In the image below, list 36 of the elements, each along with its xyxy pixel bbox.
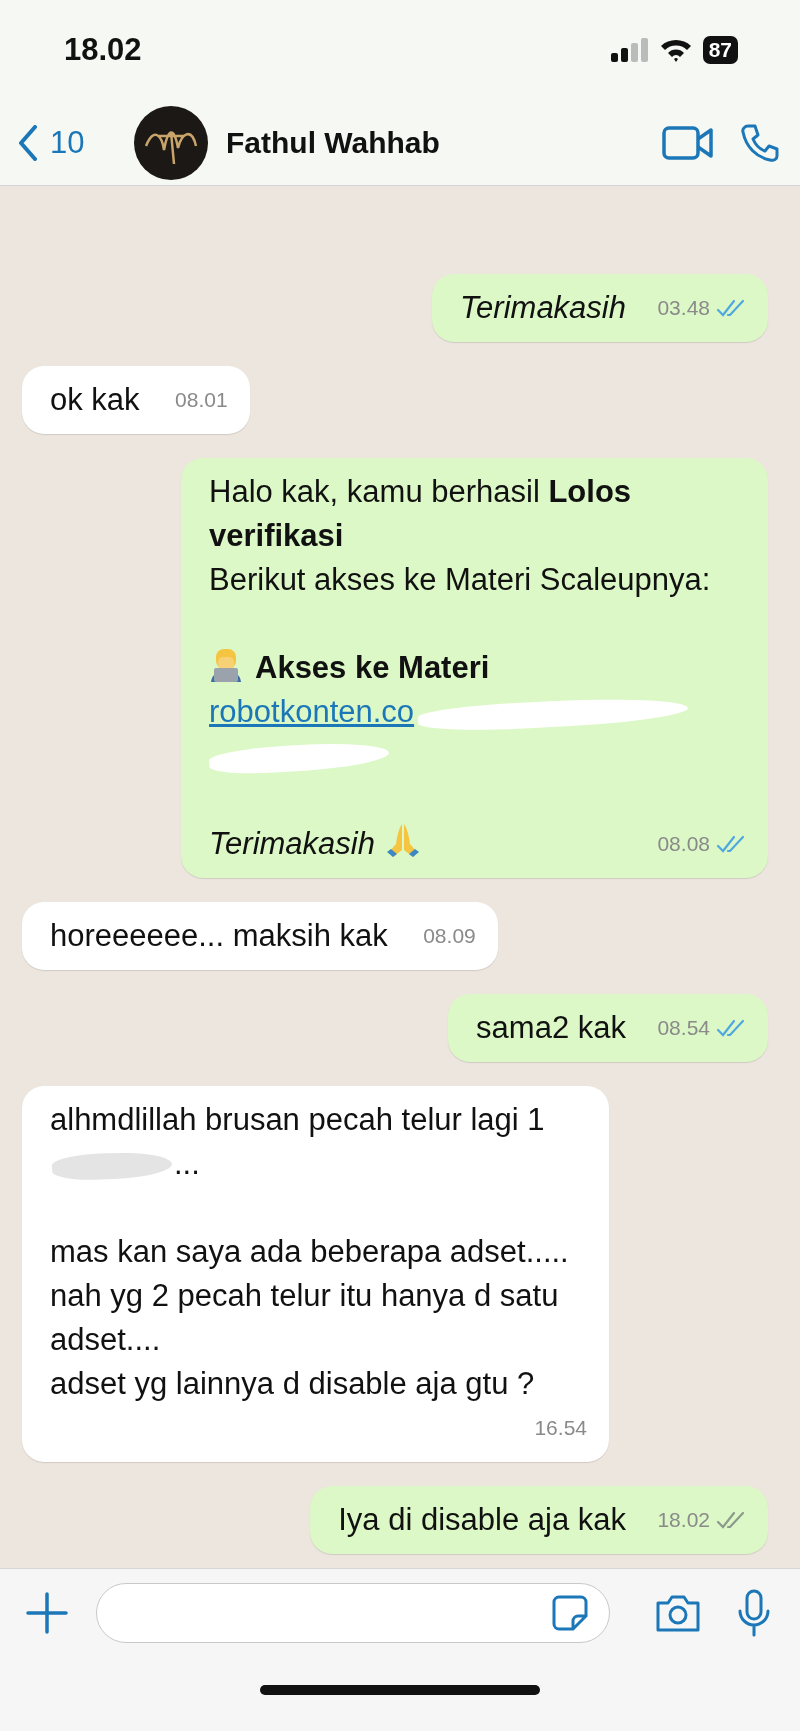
message-text: Halo kak, kamu berhasil Lolos verifikasi	[209, 474, 632, 553]
back-button[interactable]: 10	[18, 124, 134, 161]
link[interactable]: robotkonten.co	[209, 694, 415, 729]
message-text: Akses ke Materi	[255, 650, 490, 685]
chevron-icon	[18, 124, 38, 161]
signal-icon	[610, 38, 649, 62]
message-time: 16.54	[534, 1415, 587, 1441]
message-text: Iya di disable aja kak	[338, 1502, 626, 1537]
person-laptop-icon	[209, 648, 243, 682]
praying-hands-icon	[385, 822, 421, 858]
message-text: Terimakasih	[460, 290, 626, 325]
message-text: sama2 kak	[476, 1010, 626, 1045]
camera-icon[interactable]	[654, 1593, 702, 1633]
message-time: 18.02	[657, 1507, 710, 1533]
message-text: Terimakasih	[209, 826, 375, 861]
message-text: ...	[174, 1146, 200, 1181]
message-time: 08.08	[657, 831, 710, 857]
message-text: Berikut akses ke Materi Scaleupnya:	[209, 562, 711, 597]
contact-name[interactable]: Fathul Wahhab	[226, 125, 636, 160]
message-text: mas kan saya ada beberapa adset..... nah yg 2 pecah telur itu hanya d satu adset....	[50, 1234, 569, 1357]
message-time: 03.48	[657, 295, 710, 321]
add-icon[interactable]	[26, 1592, 68, 1634]
message-time: 08.01	[175, 387, 228, 413]
sticker-icon[interactable]	[551, 1594, 589, 1632]
message-time: 08.54	[657, 1015, 710, 1041]
message-time: 08.09	[423, 923, 476, 949]
message-text: ok kak	[50, 382, 140, 417]
message-text: horeeeeee... maksih kak	[50, 918, 388, 953]
video-call-icon[interactable]	[662, 124, 714, 161]
clock-time: 18.02	[64, 32, 142, 68]
microphone-icon[interactable]	[736, 1589, 772, 1637]
phone-icon[interactable]	[740, 122, 780, 163]
battery-level: 87	[702, 36, 738, 64]
message-text: alhmdlillah brusan pecah telur lagi 1	[50, 1102, 545, 1137]
message-text: adset yg lainnya d disable aja gtu ?	[50, 1366, 535, 1401]
avatar[interactable]	[134, 105, 208, 180]
